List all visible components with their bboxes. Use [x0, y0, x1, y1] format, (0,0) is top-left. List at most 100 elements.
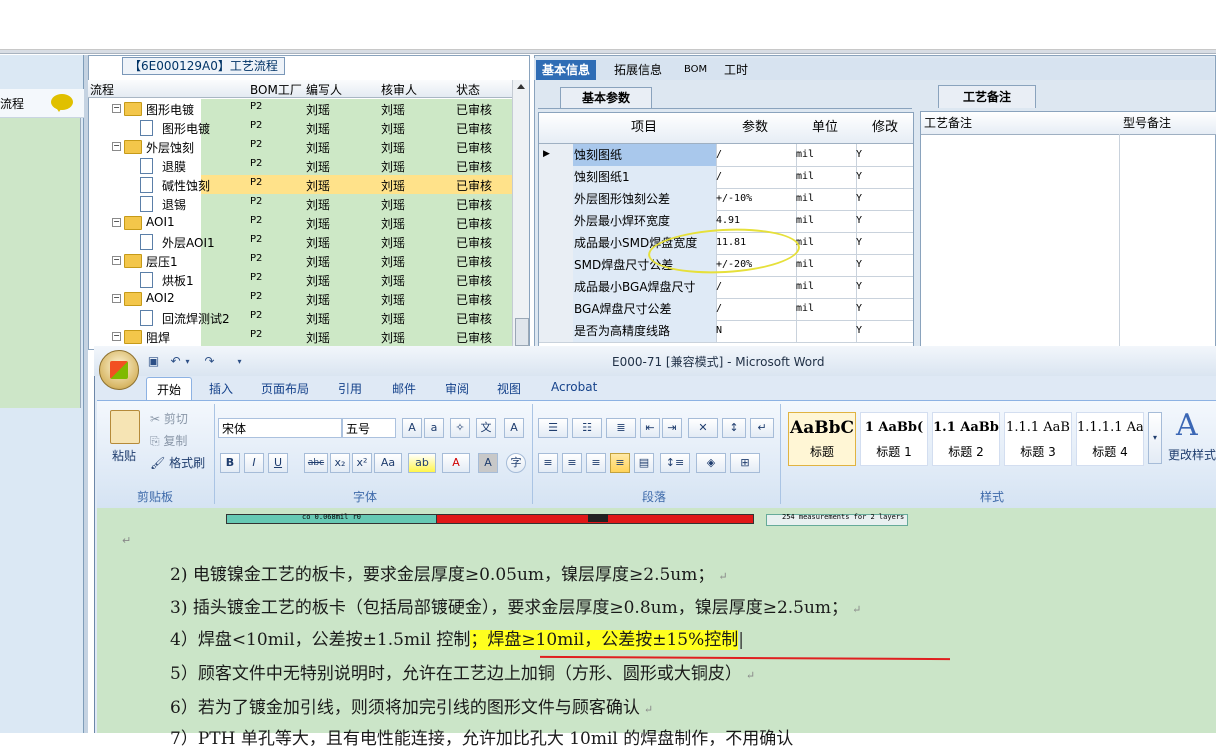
tree-row[interactable]: 碱性蚀刻 P2 刘瑶 刘瑶 已审核	[88, 175, 512, 194]
col-item[interactable]: 项目	[573, 113, 716, 144]
line-spacing-icon[interactable]: ↕≡	[660, 453, 690, 473]
style-title[interactable]: AaBbC 标题	[788, 412, 856, 466]
col-param[interactable]: 参数	[715, 113, 796, 144]
param-value[interactable]: /	[715, 298, 797, 320]
char-shading-icon[interactable]: A	[478, 453, 498, 473]
doc-line-3[interactable]: 3) 插头镀金工艺的板卡（包括局部镀硬金），要求金层厚度≥0.8um，镍层厚度≥…	[170, 593, 861, 618]
copy-button[interactable]: ⎘ 复制	[150, 432, 187, 449]
shading-icon[interactable]: ◈	[696, 453, 726, 473]
change-styles-button[interactable]: 更改样式	[1168, 446, 1216, 463]
tab-basic-info[interactable]: 基本信息	[536, 60, 597, 80]
style-heading-1[interactable]: 1 AaBb( 标题 1	[860, 412, 928, 466]
change-case-icon[interactable]: Aa	[374, 453, 402, 473]
doc-line-2[interactable]: 2) 电镀镍金工艺的板卡，要求金层厚度≥0.05um，镍层厚度≥2.5um； ↵	[170, 560, 728, 585]
paste-icon[interactable]	[110, 410, 140, 444]
expand-toggle-icon[interactable]: −	[112, 104, 121, 113]
cut-button[interactable]: ✂ 剪切	[150, 410, 188, 427]
doc-line-4[interactable]: 4）焊盘<10mil，公差按±1.5mil 控制；焊盘≥10mil，公差按±15…	[170, 625, 744, 650]
col-status[interactable]: 状态	[456, 81, 480, 98]
col-process[interactable]: 流程	[90, 81, 114, 98]
scroll-thumb[interactable]	[515, 318, 529, 346]
param-row[interactable]: 外层图形蚀刻公差 +/-10% mil Y	[539, 188, 913, 211]
window-splitter-bar[interactable]	[0, 50, 1216, 54]
show-marks-icon[interactable]: ↵	[750, 418, 774, 438]
param-row[interactable]: 蚀刻图纸1/mil Y	[539, 166, 913, 189]
tree-row[interactable]: − 阻焊 P2 刘瑶 刘瑶 已审核	[88, 327, 512, 346]
col-author[interactable]: 编写人	[306, 81, 342, 98]
doc-line-6[interactable]: 6）若为了镀金加引线，则须将加完引线的图形文件与顾客确认 ↵	[170, 693, 653, 718]
param-value[interactable]: +/-10%	[715, 188, 797, 210]
param-row[interactable]: BGA焊盘尺寸公差 / mil Y	[539, 298, 913, 321]
numbering-icon[interactable]: ☷	[572, 418, 602, 438]
tree-row[interactable]: 外层AOI1 P2 刘瑶 刘瑶 已审核	[88, 232, 512, 251]
expand-toggle-icon[interactable]: −	[112, 294, 121, 303]
tree-row[interactable]: − AOI2 P2 刘瑶 刘瑶 已审核	[88, 289, 512, 308]
tree-row[interactable]: 退锡 P2 刘瑶 刘瑶 已审核	[88, 194, 512, 213]
format-painter-button[interactable]: 🖌 格式刷	[150, 454, 205, 471]
tree-row[interactable]: 退膜 P2 刘瑶 刘瑶 已审核	[88, 156, 512, 175]
tab-home[interactable]: 开始	[146, 377, 193, 401]
tree-row[interactable]: − 图形电镀 P2 刘瑶 刘瑶 已审核	[88, 99, 512, 118]
highlight-color-icon[interactable]: ab	[408, 453, 436, 473]
phonetic-guide-icon[interactable]: 文	[476, 418, 496, 438]
strikethrough-icon[interactable]: abc	[304, 453, 328, 473]
borders-icon[interactable]: ⊞	[730, 453, 760, 473]
bullets-icon[interactable]: ☰	[538, 418, 568, 438]
expand-toggle-icon[interactable]: −	[112, 256, 121, 265]
increase-indent-icon[interactable]: ⇥	[662, 418, 682, 438]
doc-line-7[interactable]: 7）PTH 单孔等大，且有电性能连接，允许加比孔大 10mil 的焊盘制作，不用…	[170, 724, 793, 749]
col-process-remark[interactable]: 工艺备注	[921, 112, 1124, 135]
tab-work-hours[interactable]: 工时	[718, 60, 754, 80]
col-bom-factory[interactable]: BOM工厂	[250, 81, 302, 98]
tab-view[interactable]: 视图	[497, 380, 521, 397]
param-value[interactable]: N	[715, 320, 797, 342]
tab-acrobat[interactable]: Acrobat	[551, 380, 597, 394]
scroll-up-arrow-icon[interactable]	[517, 84, 525, 89]
doc-line-5[interactable]: 5）顾客文件中无特别说明时，允许在工艺边上加铜（方形、圆形或大铜皮） ↵	[170, 659, 755, 684]
tab-insert[interactable]: 插入	[209, 380, 233, 397]
align-center-icon[interactable]: ≡	[562, 453, 582, 473]
bold-icon[interactable]: B	[220, 453, 240, 473]
char-border-icon[interactable]: A	[504, 418, 524, 438]
chat-bubble-icon[interactable]	[51, 94, 73, 112]
underline-icon[interactable]: U	[268, 453, 288, 473]
tree-row[interactable]: − AOI1 P2 刘瑶 刘瑶 已审核	[88, 213, 512, 232]
col-modify[interactable]: 修改	[855, 113, 913, 144]
expand-toggle-icon[interactable]: −	[112, 332, 121, 341]
multilevel-list-icon[interactable]: ≣	[606, 418, 636, 438]
param-row[interactable]: ▶ 蚀刻图纸 / mil Y	[539, 144, 913, 167]
tab-mailings[interactable]: 邮件	[392, 380, 416, 397]
tree-row[interactable]: 烘板1 P2 刘瑶 刘瑶 已审核	[88, 270, 512, 289]
tab-extended-info[interactable]: 拓展信息	[608, 60, 668, 80]
tree-row[interactable]: − 层压1 P2 刘瑶 刘瑶 已审核	[88, 251, 512, 270]
font-name-dropdown[interactable]: 宋体	[218, 418, 342, 438]
tab-review[interactable]: 审阅	[445, 380, 469, 397]
tree-row[interactable]: 回流焊测试2 P2 刘瑶 刘瑶 已审核	[88, 308, 512, 327]
distributed-icon[interactable]: ▤	[634, 453, 654, 473]
col-model-remark[interactable]: 型号备注	[1120, 112, 1216, 135]
col-reviewer[interactable]: 核审人	[381, 81, 417, 98]
tab-basic-params[interactable]: 基本参数	[560, 87, 652, 108]
style-heading-2[interactable]: 1.1 AaBb 标题 2	[932, 412, 1000, 466]
style-heading-4[interactable]: 1.1.1.1 Aa 标题 4	[1076, 412, 1144, 466]
font-size-dropdown[interactable]: 五号	[342, 418, 396, 438]
styles-scroll-icon[interactable]: ▾	[1148, 412, 1162, 464]
font-color-icon[interactable]: A	[442, 453, 470, 473]
expand-toggle-icon[interactable]: −	[112, 142, 121, 151]
sort-icon[interactable]: ↕	[722, 418, 746, 438]
align-left-icon[interactable]: ≡	[538, 453, 558, 473]
enclose-char-icon[interactable]: 字	[506, 453, 526, 473]
subscript-icon[interactable]: x₂	[330, 453, 350, 473]
customize-qat-icon[interactable]: ▾	[232, 354, 247, 369]
grow-font-icon[interactable]: A	[402, 418, 422, 438]
chinese-layout-icon[interactable]: ✕	[688, 418, 718, 438]
paste-button[interactable]: 粘贴	[112, 447, 136, 464]
param-value[interactable]: /	[715, 144, 797, 166]
tree-row[interactable]: 图形电镀 P2 刘瑶 刘瑶 已审核	[88, 118, 512, 137]
align-right-icon[interactable]: ≡	[586, 453, 606, 473]
tab-bom[interactable]: BOM	[678, 60, 713, 80]
decrease-indent-icon[interactable]: ⇤	[640, 418, 660, 438]
shrink-font-icon[interactable]: a	[424, 418, 444, 438]
style-heading-3[interactable]: 1.1.1 AaB 标题 3	[1004, 412, 1072, 466]
superscript-icon[interactable]: x²	[352, 453, 372, 473]
